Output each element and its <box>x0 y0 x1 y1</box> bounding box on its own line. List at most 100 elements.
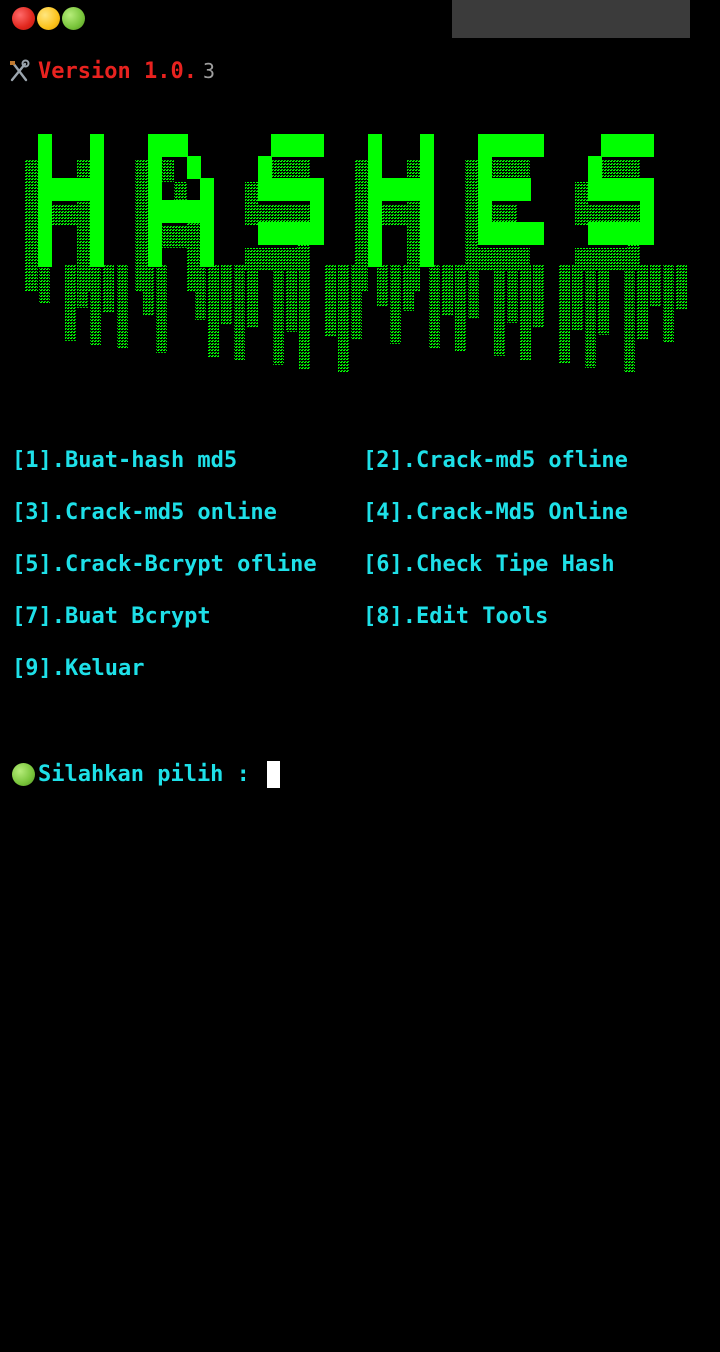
banner-shade-block <box>394 204 407 226</box>
banner-drip <box>559 264 570 364</box>
menu-option-3: [3].Crack-md5 online <box>12 500 277 525</box>
menu-row: [7].Buat Bcrypt [8].Edit Tools <box>12 602 712 654</box>
banner-shade-block <box>25 270 38 292</box>
banner-shade-block <box>504 248 517 270</box>
banner-drip <box>520 264 531 360</box>
banner-drip <box>494 264 505 356</box>
banner-block <box>310 178 324 201</box>
banner-block <box>368 222 382 245</box>
banner-block <box>588 156 602 179</box>
version-header: Version 1.0. 3 <box>8 57 215 85</box>
banner-shade-block <box>135 248 148 270</box>
banner-block <box>478 156 492 179</box>
banner-drip <box>598 264 609 335</box>
banner-block <box>614 178 628 201</box>
banner-block <box>38 200 52 223</box>
banner-block <box>491 134 505 157</box>
banner-shade-block <box>135 160 148 182</box>
banner-drip <box>377 264 388 307</box>
banner-block <box>258 178 272 201</box>
banner-block <box>161 134 175 157</box>
banner-block <box>407 178 421 201</box>
banner-block <box>420 156 434 179</box>
banner-shade-block <box>355 248 368 270</box>
banner-shade-block <box>575 204 588 226</box>
banner-drip <box>455 264 466 352</box>
banner-block <box>297 178 311 201</box>
banner-block <box>187 156 201 179</box>
banner-shade-block <box>161 226 174 248</box>
banner-block <box>284 222 298 245</box>
banner-shade-block <box>187 226 200 248</box>
banner-drip <box>39 264 50 304</box>
menu-option-2: [2].Crack-md5 ofline <box>363 448 628 473</box>
banner-block <box>310 134 324 157</box>
banner-shade-block <box>517 248 530 270</box>
banner-drip <box>65 264 76 341</box>
banner-shade-block <box>77 270 90 292</box>
banner-shade-block <box>407 226 420 248</box>
menu-list: [1].Buat-hash md5 [2].Crack-md5 ofline [… <box>12 446 712 706</box>
banner-block <box>90 134 104 157</box>
banner-block <box>491 222 505 245</box>
banner-shade-block <box>407 248 420 270</box>
banner-block <box>148 156 162 179</box>
banner-drip <box>286 264 297 332</box>
banner-shade-block <box>614 248 627 270</box>
banner-block <box>394 178 408 201</box>
banner-block <box>640 178 654 201</box>
banner-block <box>627 178 641 201</box>
banner-drip <box>390 264 401 344</box>
green-circle-icon[interactable] <box>62 7 85 30</box>
banner-shade-block <box>407 270 420 292</box>
banner-shade-block <box>355 182 368 204</box>
banner-block <box>174 134 188 157</box>
banner-block <box>90 200 104 223</box>
banner-block <box>77 178 91 201</box>
banner-shade-block <box>135 270 148 292</box>
banner-drip <box>663 264 674 343</box>
menu-row: [1].Buat-hash md5 [2].Crack-md5 ofline <box>12 446 712 498</box>
banner-block <box>478 134 492 157</box>
banner-block <box>174 200 188 223</box>
banner-drip <box>325 264 336 336</box>
banner-block <box>420 222 434 245</box>
banner-shade-block <box>77 226 90 248</box>
banner-shade-block <box>627 248 640 270</box>
banner-block <box>601 178 615 201</box>
banner-block <box>271 178 285 201</box>
banner-shade-block <box>271 248 284 270</box>
banner-shade-block <box>25 248 38 270</box>
banner-block <box>420 200 434 223</box>
banner-drip <box>234 264 245 361</box>
banner-block <box>491 178 505 201</box>
banner-block <box>148 200 162 223</box>
banner-drip <box>585 264 596 368</box>
banner-shade-block <box>465 248 478 270</box>
banner-block <box>258 222 272 245</box>
banner-block <box>38 178 52 201</box>
banner-shade-block <box>381 204 394 226</box>
banner-block <box>478 200 492 223</box>
banner-shade-block <box>601 248 614 270</box>
banner-shade-block <box>575 248 588 270</box>
banner-block <box>90 244 104 267</box>
banner-shade-block <box>25 226 38 248</box>
banner-shade-block <box>355 160 368 182</box>
banner-shade-block <box>187 248 200 270</box>
banner-shade-block <box>258 248 271 270</box>
banner-drip <box>572 264 583 331</box>
version-label: Version 1.0. <box>38 58 197 84</box>
prompt-label: Silahkan pilih : <box>38 761 264 787</box>
yellow-circle-icon[interactable] <box>37 7 60 30</box>
banner-block <box>310 222 324 245</box>
banner-shade-block <box>135 226 148 248</box>
banner-shade-block <box>355 270 368 292</box>
text-cursor[interactable] <box>267 760 281 788</box>
banner-drip <box>468 264 479 319</box>
banner-block <box>640 134 654 157</box>
banner-drip <box>533 264 544 327</box>
menu-option-8: [8].Edit Tools <box>363 604 549 629</box>
red-circle-icon[interactable] <box>12 7 35 30</box>
banner-block <box>504 222 518 245</box>
